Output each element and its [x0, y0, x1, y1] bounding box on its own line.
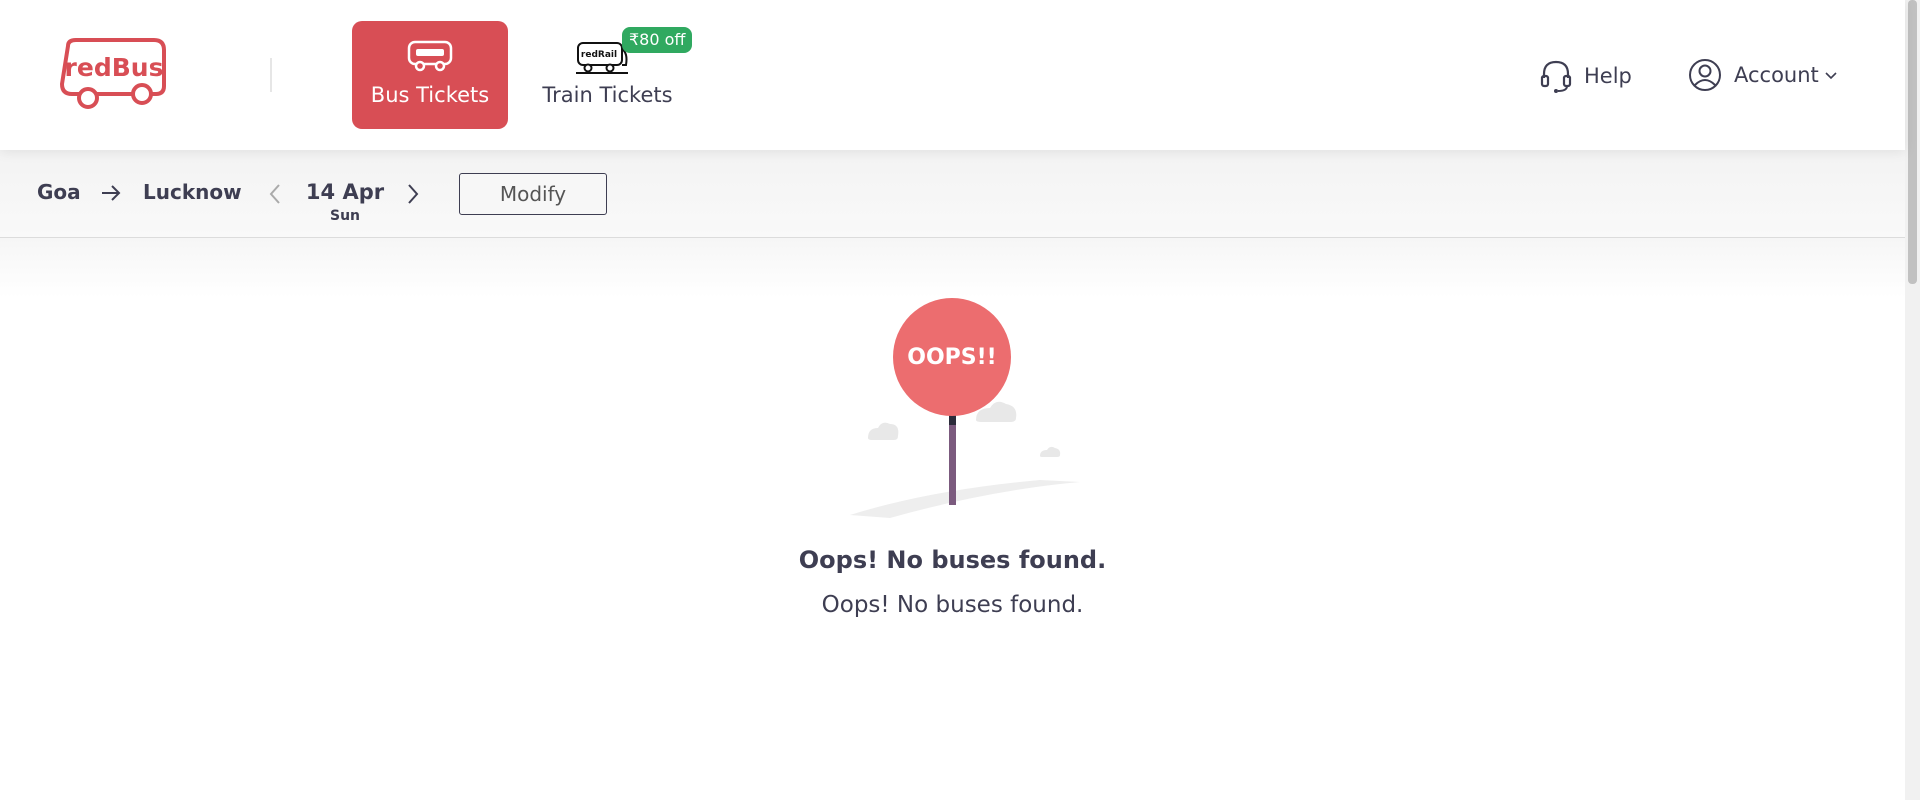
scrollbar-thumb[interactable] [1908, 0, 1917, 284]
tab-bus-tickets[interactable]: Bus Tickets [352, 21, 508, 129]
route-from: Goa [37, 180, 81, 204]
content-shade [0, 238, 1905, 298]
bus-icon [407, 40, 453, 72]
help-label: Help [1584, 64, 1632, 88]
top-header: redBus Bus Tickets redRail Train Tickets… [0, 0, 1905, 150]
chevron-down-icon [1825, 72, 1837, 80]
arrow-right-icon [102, 185, 121, 201]
oops-sign: OOPS!! [893, 298, 1011, 416]
account-menu[interactable]: Account [1688, 56, 1839, 94]
search-summary-bar: Goa Lucknow 14 Apr Sun Modify [0, 150, 1905, 238]
journey-day: Sun [329, 208, 361, 224]
logo-text: redBus [65, 53, 164, 82]
header-divider [270, 58, 272, 92]
page-scrollbar[interactable] [1905, 0, 1920, 800]
tab-bus-tickets-label: Bus Tickets [370, 83, 490, 107]
tab-train-tickets-label: Train Tickets [542, 83, 673, 107]
redbus-logo[interactable]: redBus [58, 38, 170, 112]
modify-button[interactable]: Modify [459, 173, 607, 215]
chevron-left-icon[interactable] [266, 182, 284, 206]
no-buses-illustration: OOPS!! [850, 290, 1080, 520]
headset-icon [1540, 60, 1572, 93]
journey-date: 14 Apr [305, 180, 385, 204]
account-label: Account [1734, 63, 1819, 87]
chevron-right-icon[interactable] [404, 182, 422, 206]
empty-state-title: Oops! No buses found. [798, 546, 1107, 574]
user-avatar-icon [1689, 59, 1721, 91]
train-icon-text: redRail [581, 50, 617, 60]
empty-state-subtitle: Oops! No buses found. [821, 592, 1084, 618]
train-offer-badge: ₹80 off [622, 27, 693, 53]
help-link[interactable]: Help [1540, 58, 1632, 94]
route-to: Lucknow [143, 180, 242, 204]
